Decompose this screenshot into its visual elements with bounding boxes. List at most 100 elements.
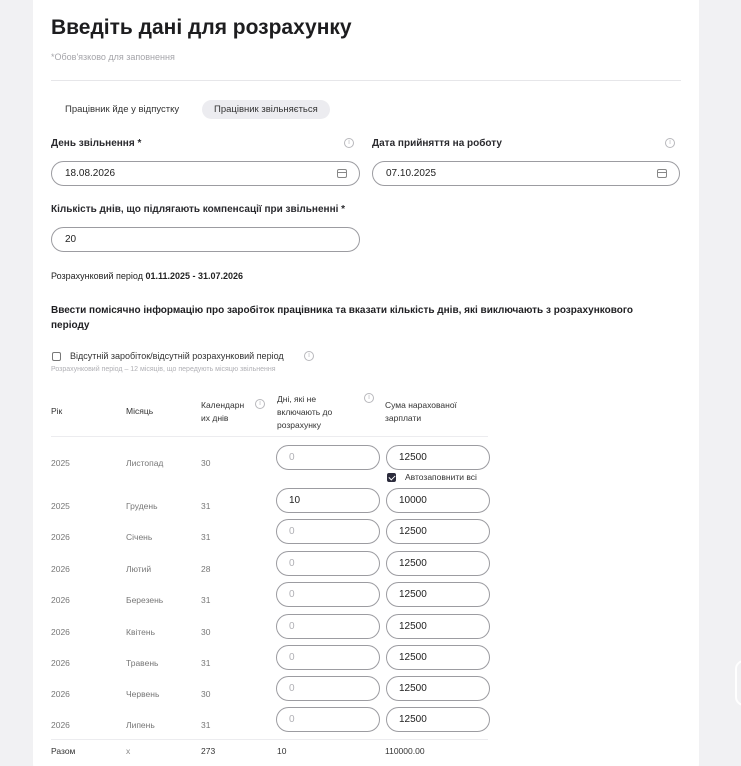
compensation-days-label: Кількість днів, що підлягають компенсаці…: [51, 204, 346, 215]
compensation-days-input[interactable]: 20: [51, 227, 360, 252]
tab-vacation[interactable]: Працівник йде у відпустку: [53, 100, 191, 119]
period-label: Розрахунковий період: [51, 271, 143, 281]
dismissal-date-input[interactable]: 18.08.2026: [51, 161, 360, 186]
row-year: 2026: [51, 627, 70, 637]
info-icon[interactable]: i: [255, 399, 265, 409]
row-month: Липень: [126, 720, 155, 730]
row-month: Листопад: [126, 458, 164, 468]
total-days: 273: [201, 746, 216, 756]
section-title: Ввести помісячно інформацію про заробіто…: [51, 305, 633, 331]
table-header-divider: [51, 436, 488, 437]
row-calendar-days: 31: [201, 658, 211, 668]
excluded-days-placeholder: 0: [289, 683, 295, 694]
excluded-days-input[interactable]: 0: [276, 551, 380, 576]
excluded-days-input[interactable]: 0: [276, 614, 380, 639]
no-income-checkbox[interactable]: [52, 352, 61, 361]
excluded-days-input[interactable]: 0: [276, 582, 380, 607]
salary-value: 12500: [399, 652, 427, 663]
row-calendar-days: 30: [201, 458, 211, 468]
row-month: Березень: [126, 595, 164, 605]
salary-input[interactable]: 12500: [386, 707, 490, 732]
row-month: Грудень: [126, 501, 158, 511]
salary-input[interactable]: 12500: [386, 614, 490, 639]
tab-dismissal[interactable]: Працівник звільняється: [202, 100, 330, 119]
excluded-days-input[interactable]: 0: [276, 645, 380, 670]
salary-input[interactable]: 12500: [386, 676, 490, 701]
hire-date-input[interactable]: 07.10.2025: [372, 161, 680, 186]
excluded-days-placeholder: 0: [289, 558, 295, 569]
salary-input[interactable]: 12500: [386, 519, 490, 544]
excluded-days-placeholder: 0: [289, 452, 295, 463]
divider: [51, 80, 681, 81]
row-year: 2026: [51, 720, 70, 730]
col-header-month: Місяць: [126, 406, 154, 416]
excluded-days-placeholder: 0: [289, 652, 295, 663]
row-year: 2026: [51, 595, 70, 605]
excluded-days-input[interactable]: 10: [276, 488, 380, 513]
excluded-days-input[interactable]: 0: [276, 445, 380, 470]
col-header-excluded-days: Дні, які не включають до розрахунку: [277, 394, 333, 430]
row-year: 2026: [51, 564, 70, 574]
total-month: x: [126, 746, 131, 756]
row-year: 2026: [51, 689, 70, 699]
salary-input[interactable]: 12500: [386, 445, 490, 470]
row-year: 2026: [51, 532, 70, 542]
salary-value: 12500: [399, 526, 427, 537]
row-calendar-days: 31: [201, 532, 211, 542]
row-month: Травень: [126, 658, 159, 668]
total-label: Разом: [51, 746, 76, 756]
hire-date-label: Дата прийняття на роботу: [372, 138, 502, 149]
period-value: 01.11.2025 - 31.07.2026: [145, 271, 244, 281]
calendar-icon[interactable]: [337, 169, 347, 178]
row-calendar-days: 31: [201, 595, 211, 605]
row-month: Січень: [126, 532, 153, 542]
excluded-days-placeholder: 0: [289, 526, 295, 537]
salary-input[interactable]: 12500: [386, 645, 490, 670]
salary-value: 12500: [399, 621, 427, 632]
page-title: Введіть дані для розрахунку: [51, 16, 352, 39]
excluded-days-input[interactable]: 0: [276, 707, 380, 732]
autofill-checkbox[interactable]: [387, 473, 396, 482]
excluded-days-input[interactable]: 0: [276, 676, 380, 701]
excluded-days-placeholder: 0: [289, 589, 295, 600]
row-month: Червень: [126, 689, 160, 699]
compensation-days-value: 20: [65, 234, 77, 245]
info-icon[interactable]: i: [304, 351, 314, 361]
dismissal-date-label: День звільнення *: [51, 138, 142, 149]
scroll-indicator: [735, 660, 741, 706]
period-hint: Розрахунковий період – 12 місяців, що пе…: [51, 366, 276, 373]
col-header-year: Рік: [51, 406, 63, 416]
total-salary: 110000.00: [385, 746, 425, 756]
excluded-days-placeholder: 0: [289, 714, 295, 725]
calendar-icon[interactable]: [657, 169, 667, 178]
salary-value: 12500: [399, 683, 427, 694]
salary-input[interactable]: 10000: [386, 488, 490, 513]
info-icon[interactable]: i: [344, 138, 354, 148]
salary-input[interactable]: 12500: [386, 582, 490, 607]
salary-value: 12500: [399, 589, 427, 600]
row-month: Квітень: [126, 627, 156, 637]
salary-value: 12500: [399, 714, 427, 725]
excluded-days-input[interactable]: 0: [276, 519, 380, 544]
salary-input[interactable]: 12500: [386, 551, 490, 576]
excluded-days-placeholder: 0: [289, 621, 295, 632]
row-year: 2025: [51, 501, 70, 511]
hire-date-value: 07.10.2025: [386, 168, 437, 179]
excluded-days-value: 10: [289, 495, 301, 506]
salary-value: 12500: [399, 558, 427, 569]
row-calendar-days: 31: [201, 720, 211, 730]
table-total-divider: [51, 739, 488, 740]
calculation-period: Розрахунковий період 01.11.2025 - 31.07.…: [51, 271, 243, 281]
col-header-calendar-days: Календарн их днів: [201, 400, 245, 423]
info-icon[interactable]: i: [364, 393, 374, 403]
info-icon[interactable]: i: [665, 138, 675, 148]
total-excluded: 10: [277, 746, 287, 756]
row-calendar-days: 30: [201, 627, 211, 637]
row-calendar-days: 28: [201, 564, 211, 574]
no-income-label: Відсутній заробіток/відсутній розрахунко…: [70, 351, 284, 361]
calculation-form-card: Введіть дані для розрахунку *Обов'язково…: [33, 0, 699, 766]
col-header-salary: Сума нарахованої зарплати: [385, 400, 457, 423]
row-month: Лютий: [126, 564, 152, 574]
autofill-label: Автозаповнити всі: [405, 472, 477, 482]
row-year: 2026: [51, 658, 70, 668]
